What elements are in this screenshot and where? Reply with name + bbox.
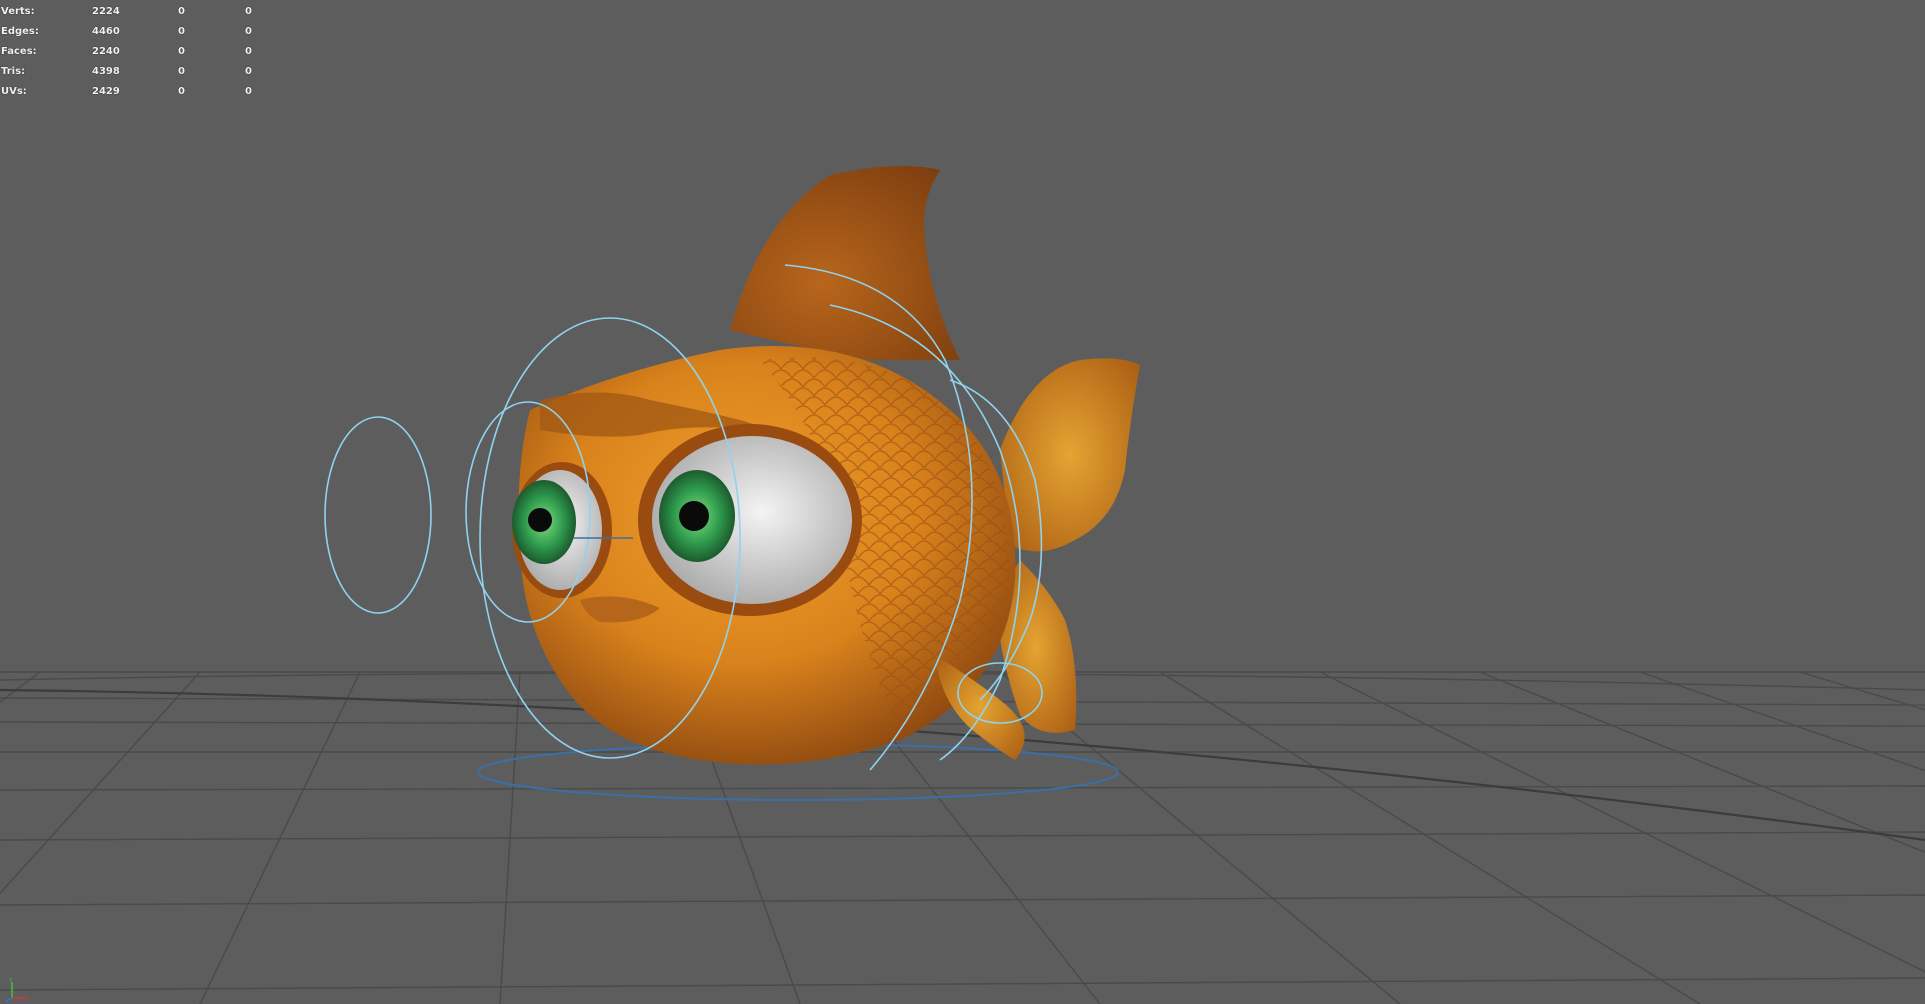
hud-row-faces: Faces: 2240 0 0 — [1, 42, 265, 62]
hud-value: 0 — [245, 86, 252, 97]
hud-row-uvs: UVs: 2429 0 0 — [1, 82, 265, 102]
hud-value: 0 — [245, 6, 252, 17]
hud-value: 4398 — [92, 66, 120, 77]
hud-value: 0 — [178, 26, 185, 37]
eye-control-curve[interactable] — [324, 416, 432, 614]
hud-row-tris: Tris: 4398 0 0 — [1, 62, 265, 82]
axis-label-y: Y — [8, 977, 13, 984]
hud-value: 0 — [178, 86, 185, 97]
hud-value: 2240 — [92, 46, 120, 57]
hud-value: 0 — [178, 66, 185, 77]
hud-value: 4460 — [92, 26, 120, 37]
hud-label: UVs: — [1, 86, 27, 97]
hud-row-verts: Verts: 2224 0 0 — [1, 2, 265, 22]
hud-row-edges: Edges: 4460 0 0 — [1, 22, 265, 42]
hud-value: 0 — [245, 26, 252, 37]
axis-label-x: X — [26, 996, 30, 1002]
tail-fin — [1000, 358, 1140, 552]
poly-count-hud: Verts: 2224 0 0 Edges: 4460 0 0 Faces: 2… — [1, 2, 265, 102]
hud-value: 0 — [245, 46, 252, 57]
pupil-left — [528, 508, 552, 532]
perspective-viewport[interactable]: Verts: 2224 0 0 Edges: 4460 0 0 Faces: 2… — [0, 0, 1925, 1004]
view-axis-icon: Y X — [5, 977, 30, 1002]
pupil-right — [679, 501, 709, 531]
scene-canvas[interactable] — [0, 0, 1925, 1004]
goldfish-model[interactable] — [512, 166, 1140, 765]
hud-label: Faces: — [1, 46, 37, 57]
hud-label: Edges: — [1, 26, 39, 37]
hud-value: 0 — [178, 6, 185, 17]
hud-value: 0 — [178, 46, 185, 57]
ground-grid — [0, 671, 1925, 1004]
hud-label: Tris: — [1, 66, 26, 77]
hud-value: 0 — [245, 66, 252, 77]
hud-value: 2224 — [92, 6, 120, 17]
hud-label: Verts: — [1, 6, 35, 17]
hud-value: 2429 — [92, 86, 120, 97]
